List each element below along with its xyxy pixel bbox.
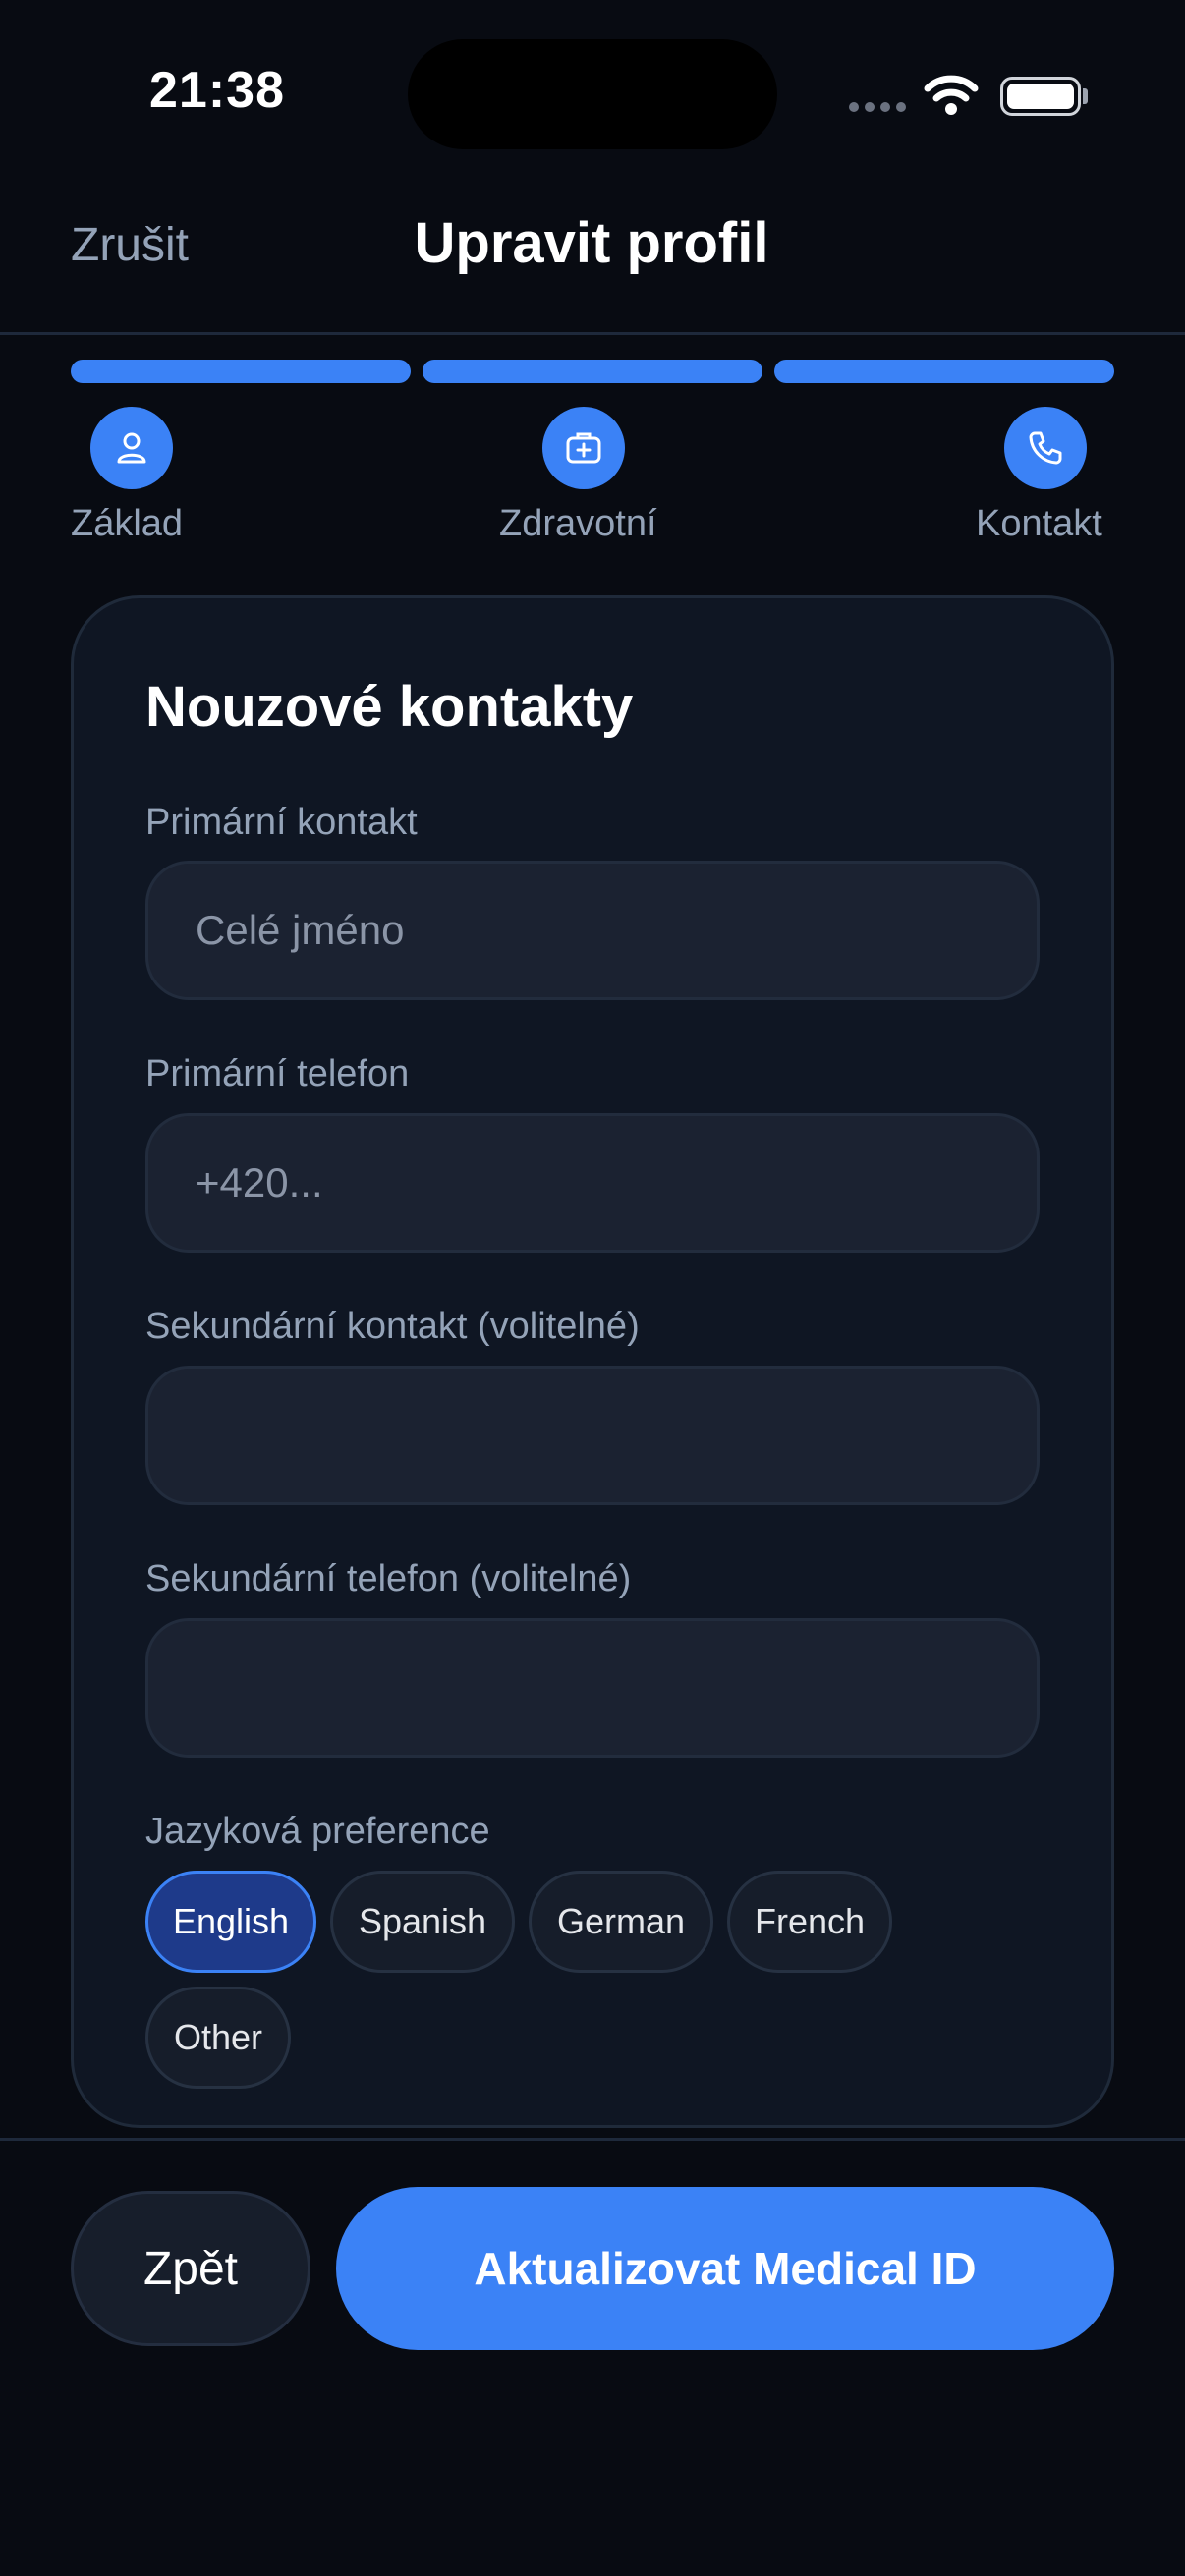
card-title: Nouzové kontakty bbox=[145, 675, 634, 739]
secondary-contact-label: Sekundární kontakt (volitelné) bbox=[145, 1306, 640, 1347]
wifi-icon bbox=[924, 75, 979, 115]
battery-icon bbox=[1000, 77, 1081, 116]
primary-contact-label: Primární kontakt bbox=[145, 802, 418, 843]
primary-phone-label: Primární telefon bbox=[145, 1053, 410, 1094]
step-basic[interactable] bbox=[90, 407, 173, 489]
step-contact[interactable] bbox=[1004, 407, 1087, 489]
back-button[interactable]: Zpět bbox=[71, 2191, 310, 2346]
language-chip-german[interactable]: German bbox=[529, 1871, 713, 1973]
step-label-basic: Základ bbox=[71, 503, 184, 544]
cellular-signal-icon bbox=[849, 102, 906, 112]
language-chip-french[interactable]: French bbox=[727, 1871, 892, 1973]
language-chip-spanish[interactable]: Spanish bbox=[330, 1871, 515, 1973]
language-chip-english[interactable]: English bbox=[145, 1871, 316, 1973]
phone-icon bbox=[1029, 431, 1062, 465]
update-medical-id-button[interactable]: Aktualizovat Medical ID bbox=[336, 2187, 1114, 2350]
primary-phone-placeholder: +420... bbox=[196, 1159, 323, 1205]
page-title-text: Upravit profil bbox=[414, 211, 769, 275]
primary-phone-input[interactable]: +420... bbox=[145, 1113, 1040, 1253]
language-preference-label: Jazyková preference bbox=[145, 1811, 490, 1852]
secondary-phone-input[interactable] bbox=[145, 1618, 1040, 1758]
step-label-medical: Zdravotní bbox=[499, 503, 657, 544]
language-chip-other[interactable]: Other bbox=[145, 1987, 291, 2089]
battery-cap bbox=[1083, 88, 1088, 104]
secondary-contact-input[interactable] bbox=[145, 1366, 1040, 1505]
primary-contact-placeholder: Celé jméno bbox=[196, 907, 405, 953]
page-title: Upravit profil bbox=[0, 210, 1185, 276]
primary-contact-input[interactable]: Celé jméno bbox=[145, 861, 1040, 1000]
medical-kit-icon bbox=[566, 432, 601, 464]
person-icon bbox=[117, 432, 146, 464]
step-medical[interactable] bbox=[542, 407, 625, 489]
progress-segment-3 bbox=[774, 360, 1114, 383]
progress-segment-1 bbox=[71, 360, 411, 383]
header-divider bbox=[0, 332, 1185, 335]
status-time: 21:38 bbox=[149, 62, 285, 119]
step-label-contact: Kontakt bbox=[976, 503, 1102, 544]
dynamic-island bbox=[408, 39, 777, 149]
progress-segment-2 bbox=[423, 360, 762, 383]
secondary-phone-label: Sekundární telefon (volitelné) bbox=[145, 1558, 632, 1599]
